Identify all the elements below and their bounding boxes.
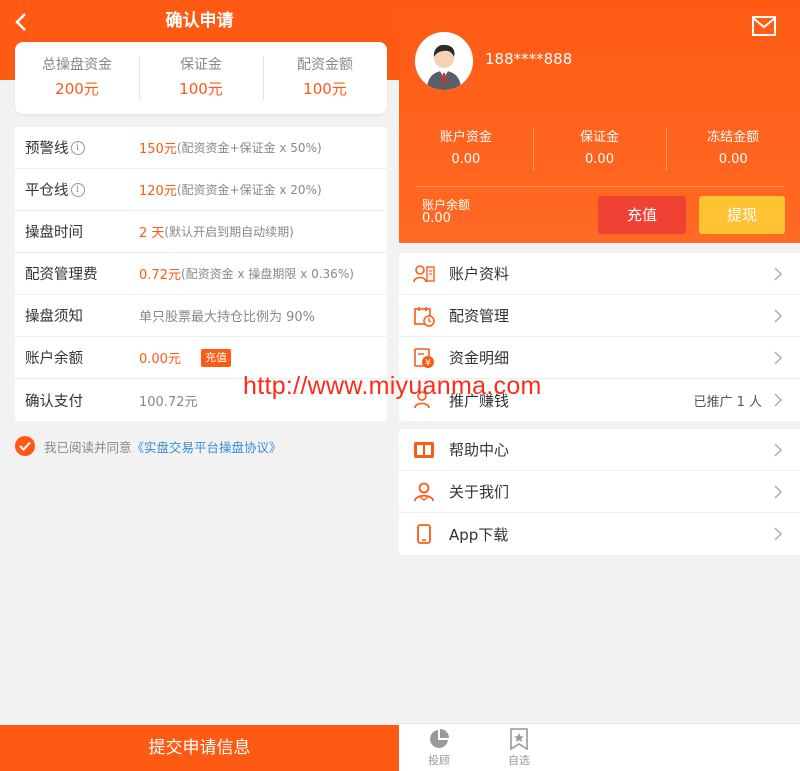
summary-margin: 配资金额 100元 (263, 54, 387, 102)
chevron-right-icon (774, 527, 782, 541)
row-label: 平仓线 (25, 183, 69, 199)
chevron-right-icon (774, 443, 782, 456)
user-phone: 188****888 (485, 50, 573, 68)
account-stats: 账户资金 0.00 保证金 0.00 冻结金额 0.00 (399, 126, 800, 174)
row-label: 操盘时间 (25, 225, 83, 241)
watermark: http://www.miyuanma.com (243, 372, 542, 400)
bookmark-star-icon (510, 728, 528, 750)
summary-value: 200元 (55, 80, 99, 98)
menu-item-app-download[interactable]: App下载 (399, 513, 800, 555)
row-note: (默认开启到期自动续期) (164, 225, 294, 239)
summary-value: 100元 (179, 80, 223, 98)
promoted-count: 已推广 1 人 (693, 394, 762, 410)
people-icon (413, 481, 435, 503)
menu-label: 配资管理 (449, 307, 510, 325)
stat-value: 0.00 (451, 152, 481, 167)
money-icon: ¥ (413, 347, 435, 369)
row-note: (配资资金+保证金 x 20%) (176, 183, 322, 197)
user-avatar-icon (415, 32, 473, 90)
menu-item-about[interactable]: 关于我们 (399, 471, 800, 513)
withdraw-button[interactable]: 提现 (699, 196, 785, 234)
stat-deposit: 保证金 0.00 (532, 126, 667, 174)
stat-label: 账户资金 (439, 130, 492, 145)
row-value: 2 天 (139, 226, 165, 241)
row-value: 150元 (139, 142, 177, 157)
duration-row: 操盘时间 2 天 (默认开启到期自动续期) (15, 211, 387, 253)
info-icon[interactable]: i (70, 182, 85, 197)
recharge-tag-button[interactable]: 充值 (200, 348, 231, 367)
agree-checkbox[interactable] (15, 436, 35, 456)
nav-watchlist[interactable]: 自选 (499, 728, 539, 768)
summary-label: 配资金额 (297, 57, 353, 73)
stat-value: 0.00 (718, 152, 748, 167)
row-label: 账户余额 (25, 351, 83, 367)
chevron-right-icon (774, 393, 782, 407)
pie-icon (430, 729, 449, 748)
chevron-right-icon (774, 485, 782, 498)
menu-label: 资金明细 (449, 349, 510, 367)
agreement: 我已阅读并同意 《实盘交易平台操盘协议》 (15, 436, 282, 456)
stat-label: 冻结金额 (707, 130, 760, 145)
summary-total: 总操盘资金 200元 (15, 54, 139, 102)
row-note: (配资资金 x 操盘期限 x 0.36%) (180, 267, 354, 281)
row-value: 单只股票最大持仓比例为 90% (139, 310, 316, 325)
nav-label: 自选 (508, 754, 530, 767)
menu-item-margin-manage[interactable]: 配资管理 (399, 295, 800, 337)
summary-value: 100元 (303, 80, 347, 98)
balance-value: 0.00 (422, 211, 451, 226)
stat-frozen: 冻结金额 0.00 (666, 126, 800, 174)
fee-row: 配资管理费 0.72元 (配资资金 x 操盘期限 x 0.36%) (15, 253, 387, 295)
liquidation-line-row: 平仓线 i 120元 (配资资金+保证金 x 20%) (15, 169, 387, 211)
row-value: 100.72元 (139, 394, 198, 410)
stat-label: 保证金 (580, 130, 620, 145)
menu-item-help[interactable]: 帮助中心 (399, 429, 800, 471)
page-title: 确认申请 (165, 11, 234, 31)
divider (415, 186, 784, 187)
notice-row: 操盘须知 单只股票最大持仓比例为 90% (15, 295, 387, 337)
agreement-link[interactable]: 《实盘交易平台操盘协议》 (132, 437, 282, 456)
menu-item-profile[interactable]: 账户资料 (399, 253, 800, 295)
chevron-right-icon (774, 309, 782, 322)
agree-text: 我已阅读并同意 (44, 439, 132, 455)
svg-text:¥: ¥ (425, 358, 431, 368)
row-label: 配资管理费 (25, 267, 98, 283)
summary-deposit: 保证金 100元 (139, 54, 263, 102)
chevron-right-icon (774, 351, 782, 364)
stat-funds: 账户资金 0.00 (399, 126, 533, 174)
chevron-right-icon (774, 267, 782, 280)
row-value: 0.00元 (139, 352, 181, 367)
profile-icon (413, 263, 435, 285)
nav-label: 投顾 (428, 754, 450, 767)
summary-card: 总操盘资金 200元 保证金 100元 配资金额 100元 (15, 42, 387, 114)
menu-label: 账户资料 (449, 265, 510, 283)
row-value: 0.72元 (139, 268, 181, 283)
phone-icon (413, 523, 435, 545)
check-icon (19, 441, 31, 451)
book-icon (413, 439, 435, 461)
summary-label: 保证金 (180, 57, 222, 73)
menu-label: 帮助中心 (449, 441, 510, 459)
row-label: 预警线 (25, 141, 69, 157)
submit-button[interactable]: 提交申请信息 (0, 725, 399, 771)
row-label: 确认支付 (25, 393, 83, 410)
bottom-nav: 投顾 自选 (399, 723, 800, 771)
row-label: 操盘须知 (25, 309, 83, 325)
stat-value: 0.00 (585, 152, 614, 167)
menu-label: 关于我们 (449, 483, 510, 501)
summary-label: 总操盘资金 (42, 57, 112, 73)
row-value: 120元 (139, 184, 177, 199)
nav-advisor[interactable]: 投顾 (419, 728, 459, 768)
info-icon[interactable]: i (70, 140, 85, 155)
recharge-button[interactable]: 充值 (598, 196, 686, 234)
menu-group-help: 帮助中心 关于我们 App下载 (399, 429, 800, 555)
calendar-icon (413, 305, 435, 327)
avatar[interactable] (415, 32, 473, 90)
menu-label: App下载 (449, 525, 509, 544)
account-header: 188****888 账户资金 0.00 保证金 0.00 冻结金额 0.00 … (399, 0, 800, 243)
warning-line-row: 预警线 i 150元 (配资资金+保证金 x 50%) (15, 127, 387, 169)
mail-icon[interactable] (752, 16, 776, 36)
row-note: (配资资金+保证金 x 50%) (176, 141, 322, 155)
